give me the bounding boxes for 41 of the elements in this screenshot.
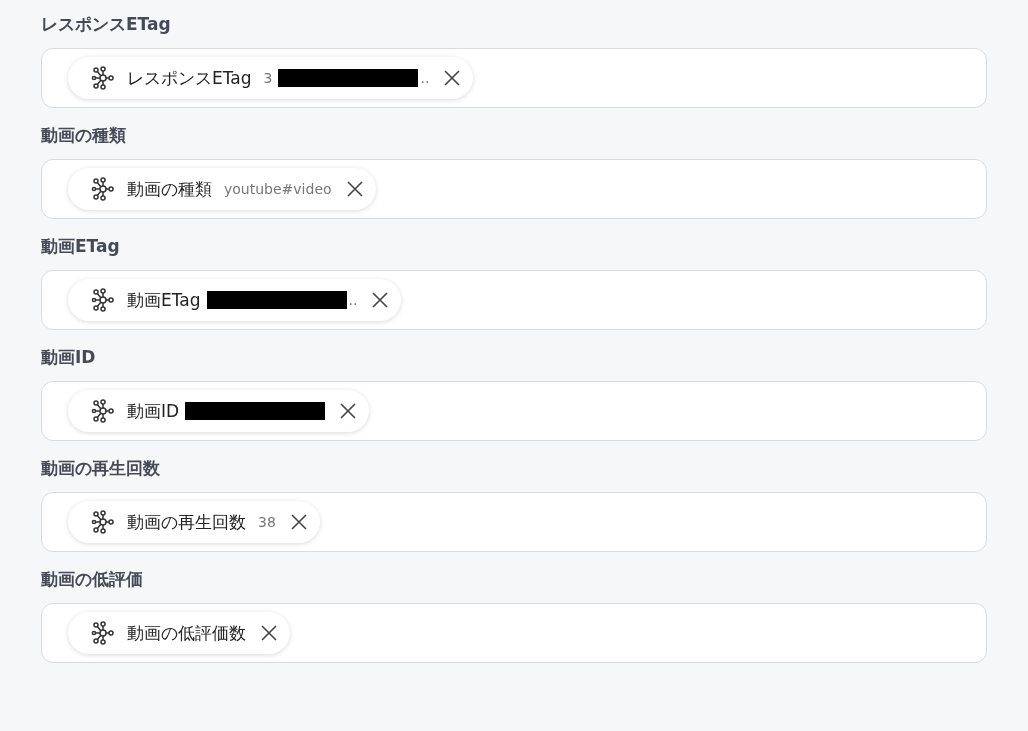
input-field[interactable]: 動画の再生回数 38 [41,492,987,552]
close-icon[interactable] [371,291,390,309]
chip-label: 動画の再生回数 [127,510,246,534]
input-field[interactable]: 動画ID [41,381,987,441]
field-label: 動画の再生回数 [41,457,161,479]
variable-chip[interactable]: 動画の種類 youtube#video [68,168,376,210]
chip-value: 3 [263,70,273,86]
node-graph-icon [91,177,115,201]
node-graph-icon [91,510,115,534]
variable-chip[interactable]: 動画ETag .. [68,279,402,321]
chip-value: 38 [258,514,276,530]
chip-label: 動画の低評価数 [127,621,246,645]
node-graph-icon [91,621,115,645]
close-icon[interactable] [260,624,278,642]
input-field[interactable]: レスポンスETag 3 .. [41,48,987,108]
close-icon[interactable] [339,402,358,420]
close-icon[interactable] [443,69,462,87]
field-label: 動画ETag [41,235,121,257]
chip-label: 動画の種類 [127,177,212,201]
chip-value: .. [420,70,430,86]
input-field[interactable]: 動画の低評価数 [41,603,987,663]
chip-value: .. [348,292,358,308]
chip-label: 動画ID [127,399,180,423]
field-label: 動画ID [41,346,97,368]
input-field[interactable]: 動画ETag .. [41,270,987,330]
close-icon[interactable] [289,513,308,531]
chip-value: youtube#video [224,181,332,197]
field-label: レスポンスETag [41,13,172,35]
chip-label: レスポンスETag [127,66,252,90]
variable-chip[interactable]: 動画ID [68,390,370,432]
variable-chip[interactable]: 動画の低評価数 [68,612,290,654]
node-graph-icon [91,66,115,90]
field-label: 動画の低評価 [41,568,144,590]
node-graph-icon [91,288,115,312]
node-graph-icon [91,399,115,423]
variable-chip[interactable]: レスポンスETag 3 .. [68,57,474,99]
chip-label: 動画ETag [127,288,201,312]
close-icon[interactable] [345,180,364,198]
input-field[interactable]: 動画の種類 youtube#video [41,159,987,219]
variable-chip[interactable]: 動画の再生回数 38 [68,501,320,543]
field-label: 動画の種類 [41,124,127,146]
